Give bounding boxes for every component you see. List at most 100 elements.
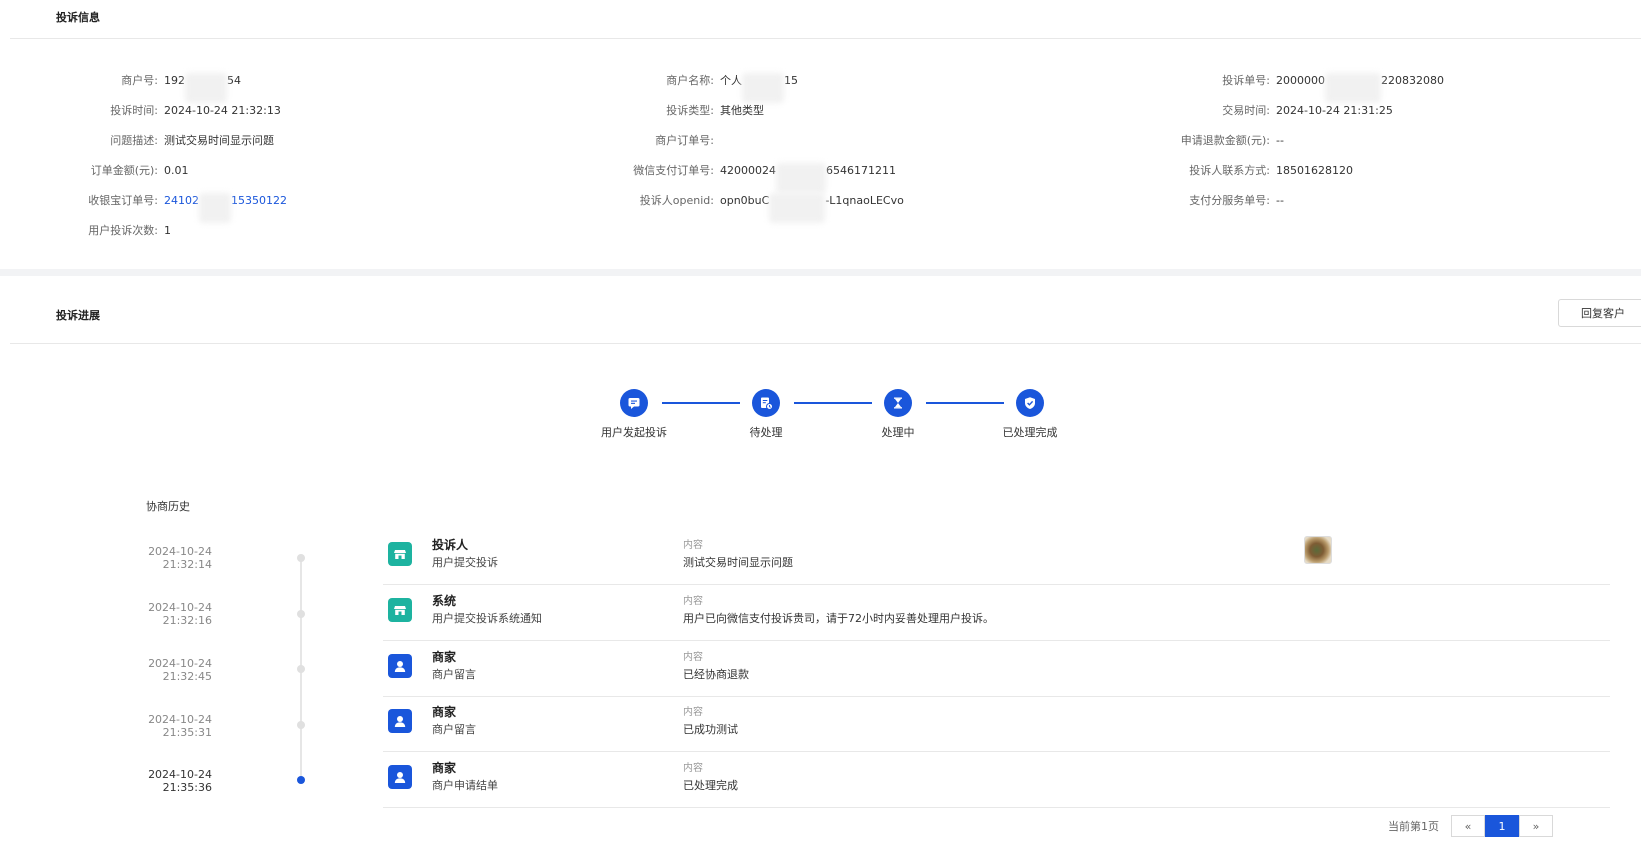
pagination-info: 当前第1页 [1388,820,1439,833]
record-content-label: 内容 [683,596,703,607]
field-label: 微信支付订单号: [633,164,714,177]
timeline-date-day: 2024-10-24 [148,601,212,614]
field-merchant-name: 商户名称: 个人 15 [600,72,798,103]
field-value: 2024-10-24 21:31:25 [1276,103,1393,117]
user-icon [388,654,412,678]
field-label: 投诉时间: [110,104,158,117]
timeline-date: 2024-10-24 21:32:14 [92,545,212,571]
cashier-order-link[interactable]: 24102 [164,194,199,207]
field-complaint-time: 投诉时间: 2024-10-24 21:32:13 [48,102,281,118]
field-payscore-service-no: 支付分服务单号: -- [1130,192,1284,208]
field-label: 商户号: [121,74,158,87]
field-label: 用户投诉次数: [88,224,158,237]
timeline-dot [297,554,305,562]
history-record: 商家 商户留言 内容 已经协商退款 [383,642,1610,697]
field-transaction-time: 交易时间: 2024-10-24 21:31:25 [1130,102,1393,118]
record-content: 已经协商退款 [683,668,749,681]
step-label: 待处理 [749,426,783,439]
record-action: 用户提交投诉系统通知 [432,612,542,625]
reply-customer-button[interactable]: 回复客户 [1558,299,1641,327]
complaint-info-divider [10,38,1641,39]
field-label: 收银宝订单号: [88,194,158,207]
field-order-amount: 订单金额(元): 0.01 [48,162,189,178]
record-content: 测试交易时间显示问题 [683,556,793,569]
field-merchant-order-no: 商户订单号: [600,132,720,148]
record-author: 商家 [432,705,457,719]
field-complaint-no: 投诉单号: 2000000 220832080 [1130,72,1444,103]
field-value: 其他类型 [720,104,764,117]
field-value: 0.01 [164,163,189,177]
timeline-date: 2024-10-24 21:35:36 [92,768,212,794]
field-value: 2024-10-24 21:32:13 [164,103,281,117]
field-label: 投诉类型: [666,104,714,117]
cashier-order-link-tail[interactable]: 15350122 [231,194,287,207]
field-value: -- [1276,133,1284,147]
history-record: 商家 商户留言 内容 已成功测试 [383,697,1610,752]
complaint-progress-divider [10,343,1641,344]
history-title: 协商历史 [146,500,190,513]
timeline-date-time: 21:32:16 [162,614,212,627]
field-complainant-openid: 投诉人openid: opn0buC -L1qnaoLECvo [600,192,904,223]
field-merchant-id: 商户号: 192 54 [48,72,241,103]
field-value: 1 [164,223,171,237]
field-label: 商户订单号: [655,134,714,147]
step-pending: 待处理 [706,389,826,440]
section-gap [0,269,1641,276]
timeline-date-time: 21:35:36 [162,781,212,794]
field-value-tail: 6546171211 [826,163,896,177]
timeline-date-day: 2024-10-24 [148,768,212,781]
field-complainant-contact: 投诉人联系方式: 18501628120 [1130,162,1353,178]
pagination-next-button[interactable]: » [1519,815,1553,837]
history-record: 投诉人 用户提交投诉 内容 测试交易时间显示问题 [383,530,1610,585]
timeline-date-day: 2024-10-24 [148,657,212,670]
field-value: opn0buC [720,193,770,207]
history-record: 系统 用户提交投诉系统通知 内容 用户已向微信支付投诉贵司，请于72小时内妥善处… [383,586,1610,641]
timeline-dot [297,610,305,618]
hourglass-icon [884,389,912,417]
field-label: 申请退款金额(元): [1180,134,1270,147]
timeline-date-time: 21:32:45 [162,670,212,683]
field-complaint-count: 用户投诉次数: 1 [48,222,171,238]
field-label: 问题描述: [110,134,158,147]
record-author: 系统 [432,594,457,608]
field-complaint-type: 投诉类型: 其他类型 [600,102,764,118]
record-action: 商户申请结单 [432,779,498,792]
field-value: -- [1276,193,1284,207]
record-content-label: 内容 [683,652,703,663]
field-label: 交易时间: [1222,104,1270,117]
timeline-dot [297,721,305,729]
history-record: 商家 商户申请结单 内容 已处理完成 [383,753,1610,808]
step-completed: 已处理完成 [970,389,1090,440]
field-value-tail: 54 [227,73,241,87]
timeline-date: 2024-10-24 21:32:16 [92,601,212,627]
attachment-thumbnail[interactable] [1304,536,1332,564]
timeline-dot-active [297,776,305,784]
complaint-info-title: 投诉信息 [56,11,100,24]
field-value: 测试交易时间显示问题 [164,134,274,147]
field-value-tail: -L1qnaoLECvo [825,193,904,207]
record-content-label: 内容 [683,707,703,718]
pagination-prev-button[interactable]: « [1451,815,1485,837]
message-icon [620,389,648,417]
step-user-initiated: 用户发起投诉 [574,389,694,440]
shield-check-icon [1016,389,1044,417]
field-cashier-order-no[interactable]: 收银宝订单号: 24102 15350122 [48,192,287,223]
record-action: 商户留言 [432,668,476,681]
record-content: 已处理完成 [683,779,738,792]
record-content: 用户已向微信支付投诉贵司，请于72小时内妥善处理用户投诉。 [683,612,994,625]
record-action: 商户留言 [432,723,476,736]
field-label: 支付分服务单号: [1189,194,1270,207]
pagination-page-button[interactable]: 1 [1485,815,1519,837]
field-value: 2000000 [1276,73,1325,87]
timeline-dot [297,665,305,673]
complaint-progress-title: 投诉进展 [56,309,100,322]
timeline-date-time: 21:35:31 [162,726,212,739]
field-problem-desc: 问题描述: 测试交易时间显示问题 [48,132,274,148]
record-action: 用户提交投诉 [432,556,498,569]
timeline-date-day: 2024-10-24 [148,545,212,558]
field-label: 订单金额(元): [90,164,158,177]
step-label: 已处理完成 [1002,426,1058,439]
field-value-tail: 220832080 [1381,73,1444,87]
field-value: 个人 [720,74,742,87]
store-icon [388,598,412,622]
